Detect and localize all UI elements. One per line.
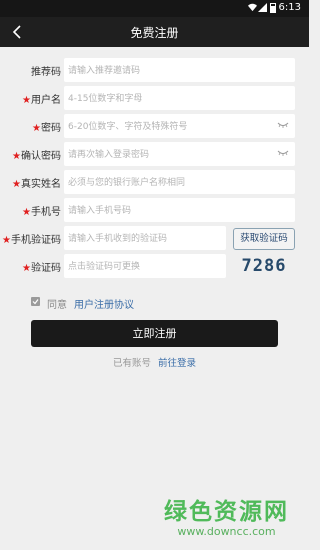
- wifi-icon: [248, 3, 257, 12]
- real-name-field[interactable]: [64, 170, 295, 195]
- check-icon: [32, 299, 39, 305]
- phone-field[interactable]: [64, 198, 295, 223]
- field-label: ★手机号: [22, 207, 61, 218]
- required-star: ★: [12, 179, 21, 190]
- register-button[interactable]: 立即注册: [31, 320, 278, 347]
- field-label: ★用户名: [22, 95, 61, 106]
- required-star: ★: [22, 95, 31, 106]
- referral-code-field[interactable]: [64, 58, 295, 83]
- watermark-url: www.downcc.com: [177, 525, 276, 538]
- phone-input[interactable]: [64, 199, 295, 223]
- referral-code-input[interactable]: [64, 59, 295, 83]
- field-row-username: ★用户名: [0, 86, 309, 111]
- has-account-text: 已有账号: [112, 358, 151, 369]
- username-input[interactable]: [64, 87, 295, 111]
- agree-checkbox[interactable]: [31, 297, 40, 306]
- confirm-password-input[interactable]: [64, 143, 295, 167]
- watermark-name: 绿色资源网: [164, 498, 289, 525]
- required-star: ★: [32, 123, 41, 134]
- username-field[interactable]: [64, 86, 295, 111]
- agree-label: 同意: [47, 300, 67, 311]
- real-name-input[interactable]: [64, 171, 295, 195]
- captcha-image[interactable]: 7286: [233, 254, 295, 278]
- field-row-referral: 推荐码: [0, 58, 309, 83]
- sms-code-input[interactable]: [64, 227, 226, 251]
- password-field[interactable]: [64, 114, 295, 139]
- watermark: 绿色资源网 www.downcc.com: [164, 492, 289, 538]
- field-label: 推荐码: [31, 67, 61, 78]
- password-input[interactable]: [64, 115, 295, 139]
- user-agreement-link[interactable]: 用户注册协议: [74, 296, 134, 311]
- confirm-password-field[interactable]: [64, 142, 295, 167]
- page-title: 免费注册: [130, 26, 179, 40]
- eye-closed-icon[interactable]: [277, 149, 289, 157]
- sms-code-field[interactable]: [64, 226, 226, 251]
- get-sms-code-button[interactable]: 获取验证码: [233, 228, 295, 250]
- field-row-confirm-password: ★确认密码: [0, 142, 309, 167]
- required-star: ★: [22, 207, 31, 218]
- field-label: ★确认密码: [12, 151, 61, 162]
- field-row-password: ★密码: [0, 114, 309, 139]
- field-label: ★验证码: [22, 263, 61, 274]
- field-row-captcha: ★验证码 7286: [0, 254, 309, 279]
- status-time: 6:13: [278, 2, 301, 13]
- required-star: ★: [2, 235, 11, 246]
- field-row-phone: ★手机号: [0, 198, 309, 223]
- go-login-link[interactable]: 前往登录: [158, 358, 196, 369]
- field-row-real-name: ★真实姓名: [0, 170, 309, 195]
- field-label: ★手机验证码: [2, 235, 61, 246]
- status-bar: 6:13: [0, 0, 309, 17]
- eye-closed-icon[interactable]: [277, 121, 289, 129]
- field-row-sms-code: ★手机验证码 获取验证码: [0, 226, 309, 251]
- nav-bar: 免费注册: [0, 17, 309, 47]
- required-star: ★: [22, 263, 31, 274]
- field-label: ★密码: [32, 123, 61, 134]
- field-label: ★真实姓名: [12, 179, 61, 190]
- captcha-input[interactable]: [64, 255, 226, 279]
- captcha-field[interactable]: [64, 254, 226, 279]
- battery-icon: [270, 3, 276, 13]
- signal-icon: [258, 3, 267, 12]
- required-star: ★: [12, 151, 21, 162]
- login-prompt: 已有账号 前往登录: [0, 355, 309, 369]
